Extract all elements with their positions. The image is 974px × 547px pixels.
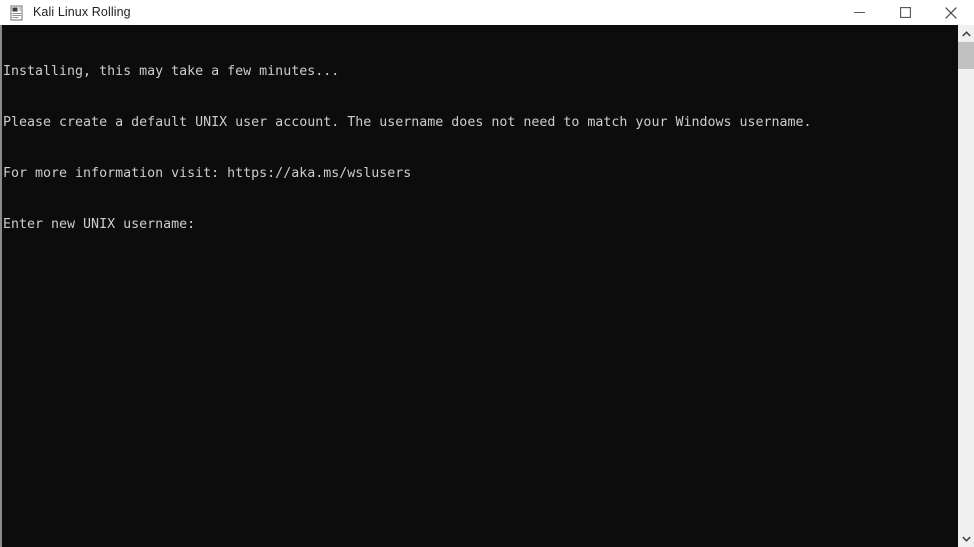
chevron-up-icon <box>961 30 971 37</box>
close-icon <box>945 6 957 19</box>
console-document-icon <box>10 5 23 20</box>
window-controls <box>836 0 974 25</box>
minimize-button[interactable] <box>836 0 882 25</box>
terminal-output-area[interactable]: Installing, this may take a few minutes.… <box>0 25 958 547</box>
console-window: Kali Linux Rolling Installing, this may <box>0 0 974 547</box>
window-title: Kali Linux Rolling <box>33 5 131 19</box>
chevron-down-icon <box>961 535 971 542</box>
maximize-button[interactable] <box>882 0 928 25</box>
terminal-line: Please create a default UNIX user accoun… <box>3 115 812 130</box>
vertical-scrollbar[interactable] <box>958 25 974 547</box>
terminal-line: For more information visit: https://aka.… <box>3 166 412 181</box>
terminal-prompt-line: Enter new UNIX username: <box>3 217 196 232</box>
terminal-text: Installing, this may take a few minutes.… <box>2 25 958 267</box>
close-button[interactable] <box>928 0 974 25</box>
scrollbar-track[interactable] <box>958 69 974 530</box>
terminal-line: Installing, this may take a few minutes.… <box>3 64 340 79</box>
scrollbar-thumb[interactable] <box>958 42 974 69</box>
title-bar[interactable]: Kali Linux Rolling <box>0 0 974 25</box>
minimize-icon <box>853 12 865 13</box>
maximize-icon <box>899 7 911 18</box>
scrollbar-up-button[interactable] <box>958 25 974 42</box>
scrollbar-down-button[interactable] <box>958 530 974 547</box>
